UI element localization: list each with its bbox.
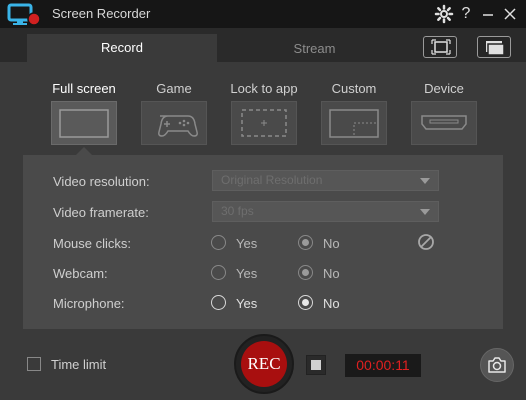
webcam-no-label: No	[323, 266, 340, 281]
mode-game-button[interactable]	[141, 101, 207, 145]
record-label: REC	[241, 341, 287, 387]
mode-label-custom: Custom	[331, 81, 377, 96]
hdmi-device-icon	[421, 115, 467, 130]
video-resolution-label: Video resolution:	[53, 174, 150, 189]
webcam-no-radio[interactable]	[298, 265, 313, 280]
webcam-yes-label: Yes	[236, 266, 258, 281]
mouse-clicks-yes-label: Yes	[236, 236, 258, 251]
chevron-down-icon	[420, 209, 430, 215]
time-limit-label: Time limit	[51, 357, 107, 372]
microphone-no-label: No	[323, 296, 340, 311]
tab-stream[interactable]: Stream	[217, 35, 412, 62]
video-resolution-value: Original Resolution	[221, 173, 323, 187]
window-view-button[interactable]	[477, 36, 511, 58]
camera-icon	[488, 357, 506, 373]
mode-full-screen-button[interactable]	[51, 101, 117, 145]
full-screen-icon	[59, 109, 109, 138]
screenshot-button[interactable]	[480, 348, 514, 382]
mode-device-button[interactable]	[411, 101, 477, 145]
mouse-clicks-label: Mouse clicks:	[53, 236, 132, 251]
mode-label-lock-to-app: Lock to app	[230, 81, 298, 96]
minimize-icon[interactable]	[478, 4, 498, 24]
video-resolution-dropdown[interactable]: Original Resolution	[212, 170, 439, 191]
mouse-clicks-yes-radio[interactable]	[211, 235, 226, 250]
window-view-icon	[486, 41, 505, 56]
gamepad-icon	[158, 115, 198, 137]
webcam-yes-radio[interactable]	[211, 265, 226, 280]
microphone-label: Microphone:	[53, 296, 125, 311]
gear-icon[interactable]	[434, 4, 454, 24]
close-icon[interactable]	[500, 4, 520, 24]
time-limit-checkbox[interactable]	[27, 357, 41, 371]
title-bar: Screen Recorder ?	[0, 0, 526, 28]
mouse-clicks-no-radio[interactable]	[298, 235, 313, 250]
stop-button[interactable]	[306, 355, 326, 375]
screen-recorder-logo-icon	[7, 3, 41, 26]
mode-label-device: Device	[424, 81, 464, 96]
mouse-clicks-no-label: No	[323, 236, 340, 251]
tab-record[interactable]: Record	[27, 34, 217, 62]
fullscreen-view-button[interactable]	[423, 36, 457, 58]
microphone-yes-radio[interactable]	[211, 295, 226, 310]
video-framerate-value: 30 fps	[221, 204, 254, 218]
microphone-yes-label: Yes	[236, 296, 258, 311]
microphone-no-radio[interactable]	[298, 295, 313, 310]
mode-lock-to-app-button[interactable]	[231, 101, 297, 145]
record-button[interactable]: REC	[234, 334, 294, 394]
mode-custom-button[interactable]	[321, 101, 387, 145]
mode-label-game: Game	[156, 81, 192, 96]
lock-to-app-icon	[241, 109, 287, 137]
disabled-icon	[418, 234, 434, 250]
help-button[interactable]: ?	[456, 4, 476, 24]
mode-label-full-screen: Full screen	[52, 81, 116, 96]
app-title: Screen Recorder	[52, 6, 151, 21]
webcam-label: Webcam:	[53, 266, 108, 281]
custom-region-icon	[329, 109, 379, 138]
chevron-down-icon	[420, 178, 430, 184]
video-framerate-label: Video framerate:	[53, 205, 149, 220]
video-framerate-dropdown[interactable]: 30 fps	[212, 201, 439, 222]
recording-timer: 00:00:11	[345, 354, 421, 377]
fullscreen-view-icon	[431, 39, 451, 55]
